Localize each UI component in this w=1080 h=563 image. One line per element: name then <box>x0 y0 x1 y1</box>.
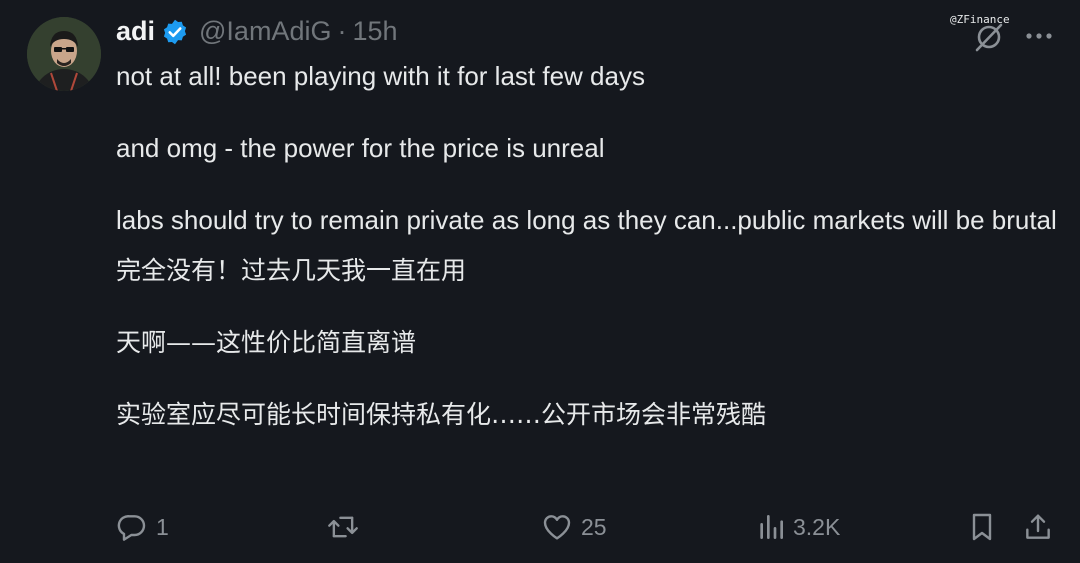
views-button[interactable]: 3.2K <box>757 505 840 549</box>
grok-icon[interactable] <box>972 22 1006 52</box>
tweet-paragraph: labs should try to remain private as lon… <box>116 205 1057 235</box>
translation-paragraph: 实验室应尽可能长时间保持私有化……公开市场会非常残酷 <box>116 400 767 429</box>
verified-badge-icon <box>161 18 189 46</box>
share-button[interactable] <box>1023 505 1053 549</box>
translation-paragraph: 完全没有！过去几天我一直在用 <box>116 256 467 285</box>
views-icon <box>760 515 783 539</box>
avatar[interactable] <box>27 17 101 91</box>
bookmark-button[interactable] <box>968 505 996 549</box>
reply-icon <box>117 515 146 541</box>
avatar-image <box>27 17 101 91</box>
like-icon <box>543 515 571 540</box>
like-button[interactable]: 25 <box>541 505 607 549</box>
view-count: 3.2K <box>793 513 841 540</box>
tweet-paragraph: not at all! been playing with it for las… <box>116 61 645 91</box>
retweet-button[interactable] <box>326 505 368 549</box>
tweet-header: adi @IamAdiG · 15h <box>116 16 398 47</box>
reply-button[interactable]: 1 <box>116 505 169 549</box>
bookmark-icon <box>972 513 992 541</box>
tweet-body: not at all! been playing with it for las… <box>116 58 1061 433</box>
retweet-icon <box>328 516 358 538</box>
tweet-text-english: not at all! been playing with it for las… <box>116 58 1061 239</box>
share-icon <box>1026 514 1050 539</box>
translation-paragraph: 天啊——这性价比简直离谱 <box>116 328 417 357</box>
separator-dot: · <box>337 16 347 46</box>
tweet-card: adi @IamAdiG · 15h @ZFinance not at all!… <box>0 0 1080 563</box>
more-icon[interactable] <box>1024 25 1054 47</box>
tweet-paragraph: and omg - the power for the price is unr… <box>116 133 605 163</box>
like-count: 25 <box>581 513 607 540</box>
tweet-text-translation: 完全没有！过去几天我一直在用 天啊——这性价比简直离谱 实验室应尽可能长时间保持… <box>116 252 1061 433</box>
reply-count: 1 <box>156 513 169 540</box>
action-bar: 1 25 3.2K <box>0 505 1080 549</box>
timestamp[interactable]: 15h <box>352 16 397 47</box>
author-name[interactable]: adi <box>116 16 155 47</box>
author-handle[interactable]: @IamAdiG <box>199 16 331 47</box>
